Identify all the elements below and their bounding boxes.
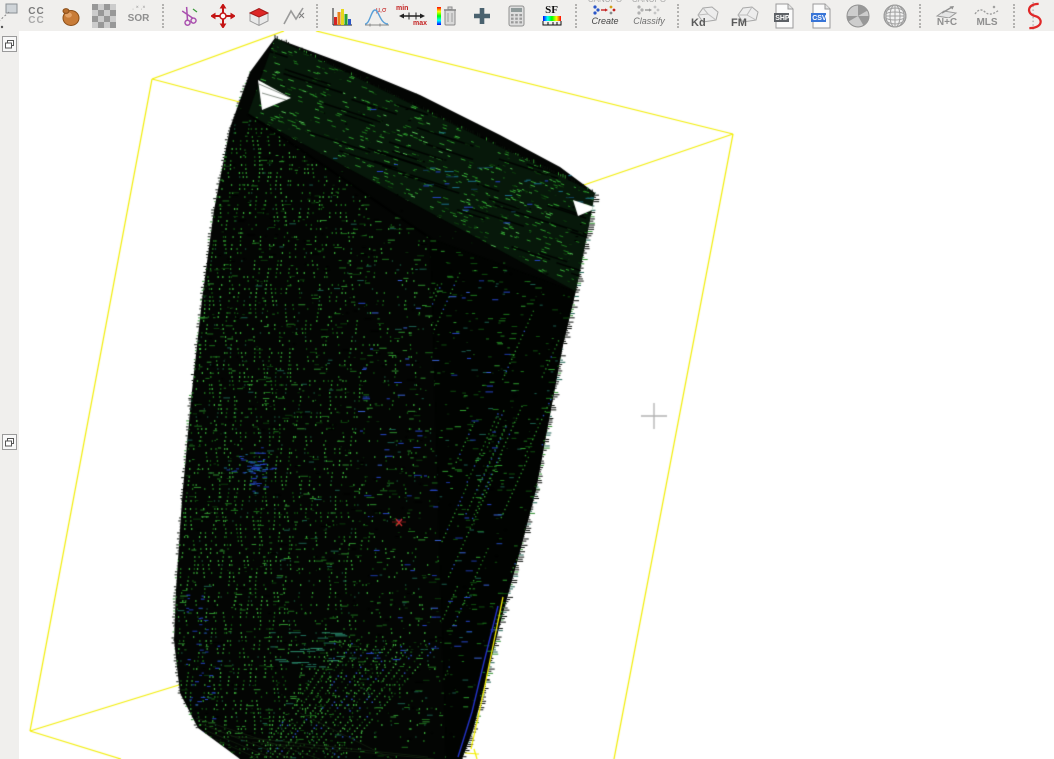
wireframe-globe-button[interactable] — [876, 2, 913, 30]
canupo-classify-icon — [636, 4, 662, 16]
cross-section-icon — [246, 4, 272, 28]
mls-smoothing-button[interactable]: MLS — [967, 2, 1007, 30]
trace-polyline-icon — [282, 4, 306, 28]
fast-marching-facets-icon: FM — [730, 3, 760, 29]
main-toolbar: CC CC · ˟ ·˟ SOR — [0, 0, 1054, 32]
sf-color-scale-button[interactable]: SF — [534, 2, 569, 30]
application-window: CC CC · ˟ ·˟ SOR — [0, 0, 1054, 759]
db-tree-float-button[interactable] — [2, 36, 17, 52]
toolbar-separator — [1013, 4, 1015, 28]
canupo-classify-button[interactable]: CANUPO Classify — [627, 0, 671, 31]
export-csv-button[interactable]: CSV — [802, 2, 839, 30]
normals-curvature-icon — [934, 5, 960, 18]
clay-ball-button[interactable] — [53, 2, 86, 30]
poisson-recon-button[interactable] — [1021, 2, 1047, 30]
wireframe-globe-icon — [882, 3, 908, 29]
gaussian-filter-icon: μ,σ — [364, 4, 390, 28]
sor-filter-button[interactable]: · ˟ ·˟ SOR — [121, 2, 156, 30]
add-scalar-field-button[interactable] — [464, 2, 499, 30]
scissors-segment-icon — [176, 4, 200, 28]
toolbar-separator — [677, 4, 679, 28]
canupo-create-icon — [592, 4, 618, 16]
min-label: min — [396, 5, 408, 12]
viewport-3d[interactable] — [19, 31, 1054, 759]
stereogram-sphere-icon — [845, 3, 871, 29]
plus-icon — [472, 6, 492, 26]
checkerboard-button[interactable] — [86, 2, 121, 30]
float-window-icon — [5, 438, 14, 447]
histogram-icon — [330, 4, 354, 28]
toolbar-separator — [575, 4, 577, 28]
delete-scalar-field-button[interactable] — [429, 2, 464, 30]
normals-curvature-button[interactable]: N+C — [927, 2, 967, 30]
max-label: max — [413, 20, 427, 27]
scale-bracket-icon — [542, 21, 562, 26]
sf-label: SF — [545, 5, 558, 16]
sor-label: SOR — [128, 13, 150, 24]
float-window-icon — [5, 40, 14, 49]
filter-by-value-icon — [399, 12, 425, 20]
histogram-button[interactable] — [324, 2, 359, 30]
scalar-field-bar-icon — [437, 7, 441, 25]
toolbar-separator — [919, 4, 921, 28]
checkerboard-icon — [92, 4, 116, 28]
interpolate-points-glyph — [0, 3, 19, 29]
nc-label: N+C — [937, 18, 957, 27]
mls-label: MLS — [976, 18, 997, 27]
kd-tree-facets-icon: Kd — [690, 3, 720, 29]
clay-ball-icon — [59, 5, 81, 27]
interpolate-points-icon[interactable] — [0, 2, 20, 30]
fast-marching-facets-button[interactable]: FM — [725, 2, 765, 30]
trash-icon — [443, 5, 457, 27]
canupo-create-label: Create — [591, 16, 618, 26]
cloud-to-cloud-distance-button[interactable]: CC CC — [20, 2, 53, 30]
cc-text-bottom: CC — [28, 15, 44, 26]
stereogram-sphere-button[interactable] — [839, 2, 876, 30]
shp-label: SHP — [775, 15, 790, 22]
left-dock-area — [0, 31, 20, 759]
toolbar-separator — [162, 4, 164, 28]
kd-label: Kd — [691, 17, 706, 29]
csv-label: CSV — [812, 15, 827, 22]
mls-smoothing-icon — [974, 5, 1000, 18]
toolbar-separator — [316, 4, 318, 28]
calculator-icon — [508, 5, 525, 27]
fm-label: FM — [731, 17, 747, 29]
translate-rotate-button[interactable] — [205, 2, 240, 30]
filter-by-value-button[interactable]: min max — [394, 2, 429, 30]
canupo-classify-label: Classify — [633, 16, 665, 26]
segment-scissors-button[interactable] — [170, 2, 205, 30]
export-shp-button[interactable]: SHP — [765, 2, 802, 30]
poisson-recon-icon — [1021, 2, 1047, 30]
translate-rotate-icon — [211, 4, 235, 28]
canupo-create-button[interactable]: CANUPO Create — [583, 0, 627, 31]
sf-calculator-button[interactable] — [499, 2, 534, 30]
trace-polyline-button[interactable] — [277, 2, 310, 30]
gaussian-filter-button[interactable]: μ,σ — [359, 2, 394, 30]
export-csv-icon: CSV — [809, 3, 833, 29]
export-shp-icon: SHP — [772, 3, 796, 29]
cross-section-button[interactable] — [240, 2, 277, 30]
properties-float-button[interactable] — [2, 434, 17, 450]
kd-tree-facets-button[interactable]: Kd — [685, 2, 725, 30]
